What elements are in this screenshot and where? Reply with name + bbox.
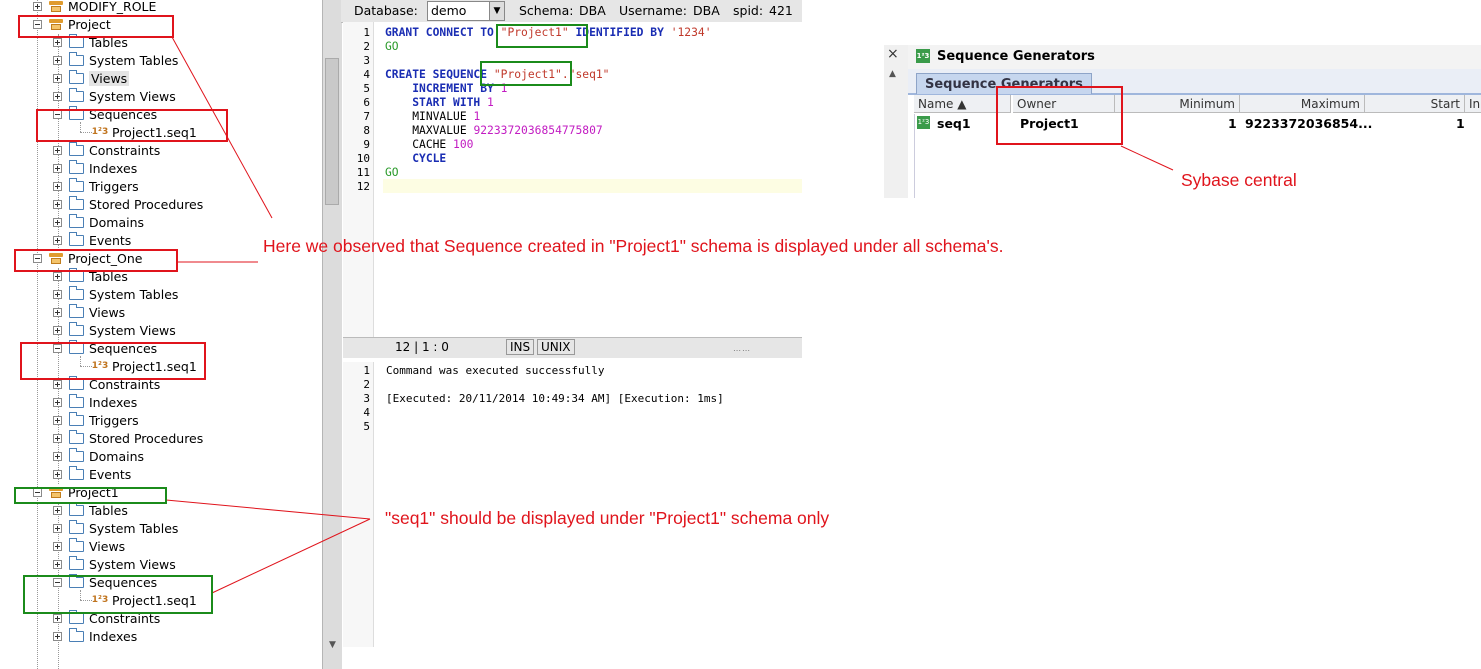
annotation-sybase: Sybase central	[1181, 170, 1297, 190]
highlight-box-project1	[14, 487, 167, 504]
highlight-box-sequence-owner	[480, 61, 572, 86]
annotation-main: Here we observed that Sequence created i…	[263, 236, 1004, 256]
highlight-box-project-one-sequence	[20, 342, 206, 380]
annotation-lines	[165, 36, 1174, 594]
annotation-should: "seq1" should be displayed under "Projec…	[385, 508, 830, 528]
annotation-line	[165, 499, 371, 520]
highlight-box-project1-sequence	[23, 575, 213, 614]
annotation-line	[211, 518, 371, 594]
highlight-box-owner-column	[996, 86, 1123, 145]
highlight-box-grant-target	[496, 24, 588, 48]
highlight-box-project-sequence	[36, 109, 228, 142]
highlight-box-project-one	[14, 249, 178, 272]
annotation-line	[1120, 145, 1174, 171]
highlight-box-project	[18, 15, 174, 38]
